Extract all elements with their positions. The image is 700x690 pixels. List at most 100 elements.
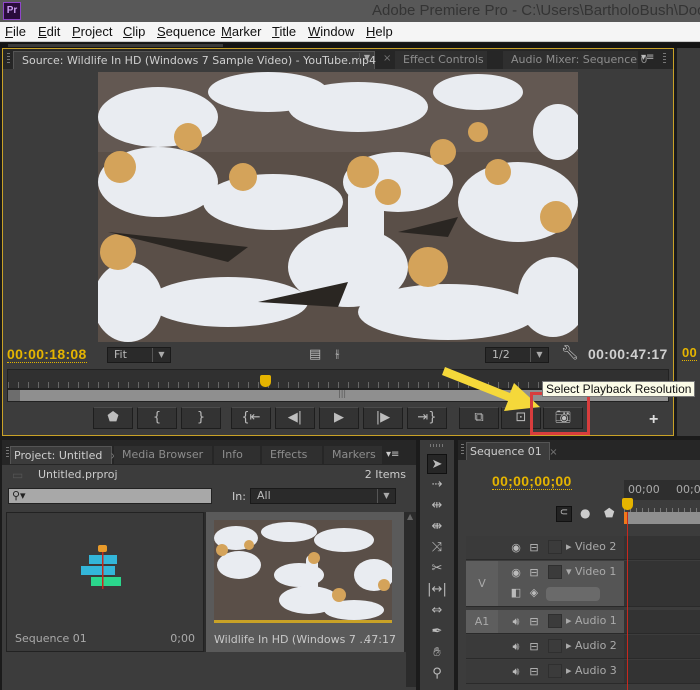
tab-sequence-01[interactable]: Sequence 01 ×	[466, 442, 558, 460]
workspace-scrollbar[interactable]	[8, 44, 223, 47]
panel-menu-icon[interactable]: ▾≡	[386, 449, 399, 460]
panel-grip-icon[interactable]	[7, 53, 10, 65]
menu-title[interactable]: Title	[272, 24, 296, 39]
track-name[interactable]: ▾ Video 1	[566, 565, 616, 578]
mark-out-button[interactable]: }	[181, 407, 221, 429]
track-name[interactable]: ▸ Audio 3	[566, 664, 617, 677]
mark-in-button[interactable]: {	[137, 407, 177, 429]
tab-project[interactable]: Project: Untitled ×	[10, 446, 118, 464]
search-input[interactable]: ⚲▾	[8, 488, 212, 504]
track-content-area[interactable]	[624, 660, 700, 684]
wrench-settings-icon[interactable]: 🔧︎	[561, 345, 579, 361]
speaker-icon[interactable]: 🔊︎	[508, 639, 524, 655]
lock-toggle[interactable]	[548, 664, 562, 678]
rate-stretch-tool[interactable]: ⤨	[427, 538, 447, 558]
track-content-area[interactable]	[624, 536, 700, 560]
track-content-area[interactable]	[624, 610, 700, 634]
work-area-bar[interactable]	[624, 512, 700, 524]
menu-marker[interactable]: Marker	[221, 24, 261, 39]
menu-edit[interactable]: Edit	[38, 24, 60, 39]
track-target[interactable]	[466, 536, 498, 559]
track-content-area[interactable]	[624, 635, 700, 659]
keyframe-icon[interactable]: ◈	[526, 585, 542, 601]
panel-grip-icon[interactable]	[663, 53, 666, 65]
add-marker-icon[interactable]: ⬟	[604, 506, 614, 520]
menu-window[interactable]: Window	[308, 24, 354, 39]
panel-grip-icon[interactable]	[461, 444, 464, 456]
go-to-in-button[interactable]: {⇤	[231, 407, 271, 429]
tab-audio-mixer[interactable]: Audio Mixer: Sequence 0	[503, 51, 648, 69]
in-filter-dropdown[interactable]: All ▼	[250, 488, 396, 504]
menu-project[interactable]: Project	[72, 24, 112, 39]
menu-clip[interactable]: Clip	[123, 24, 145, 39]
keyframe-navigator[interactable]	[546, 587, 600, 601]
track-target[interactable]	[466, 635, 498, 658]
close-icon[interactable]: ×	[383, 53, 391, 64]
track-video-2[interactable]: ◉ ⊟ ▸ Video 2	[466, 536, 624, 560]
menu-file[interactable]: File	[5, 24, 26, 39]
play-button[interactable]: ▶	[319, 407, 359, 429]
timeline-playhead[interactable]	[622, 498, 633, 510]
track-target[interactable]	[466, 660, 498, 683]
sync-lock-icon[interactable]: ⊟	[526, 639, 542, 655]
sync-lock-icon[interactable]: ⊟	[526, 565, 542, 581]
eye-icon[interactable]: ◉	[508, 565, 524, 581]
menu-help[interactable]: Help	[366, 24, 393, 39]
add-marker-button[interactable]: ⬟	[93, 407, 133, 429]
add-button-icon[interactable]: +	[649, 411, 658, 429]
panel-grip-icon[interactable]	[430, 444, 444, 447]
step-forward-button[interactable]: |▶	[363, 407, 403, 429]
sync-lock-icon[interactable]: ⊟	[526, 614, 542, 630]
timeline-timecode[interactable]: 00;00;00;00	[492, 473, 572, 490]
panel-menu-icon[interactable]: ▾≡	[641, 52, 654, 63]
selection-tool[interactable]: ➤	[427, 454, 447, 474]
source-current-timecode[interactable]: 00:00:18:08	[7, 346, 87, 363]
track-video-1[interactable]: V ◉ ⊟ ▾ Video 1 ◧ ◈	[466, 561, 624, 607]
timeline-ruler[interactable]: 00;00 00;0	[624, 480, 700, 500]
track-audio-2[interactable]: 🔊︎ ⊟ ▸ Audio 2	[466, 635, 624, 659]
speaker-icon[interactable]: 🔊︎	[508, 614, 524, 630]
tab-source[interactable]: Source: Wildlife In HD (Windows 7 Sample…	[13, 51, 376, 69]
project-vertical-scrollbar[interactable]: ▲	[406, 512, 416, 687]
speaker-icon[interactable]: 🔊︎	[508, 664, 524, 680]
step-back-button[interactable]: ◀|	[275, 407, 315, 429]
sync-lock-icon[interactable]: ⊟	[526, 540, 542, 556]
lock-toggle[interactable]	[548, 639, 562, 653]
razor-tool[interactable]: ✂	[427, 559, 447, 579]
pen-tool[interactable]: ✒	[427, 622, 447, 642]
close-icon[interactable]: ×	[549, 447, 557, 458]
track-target[interactable]: A1	[466, 610, 498, 633]
track-audio-1[interactable]: A1 🔊︎ ⊟ ▸ Audio 1	[466, 610, 624, 634]
linked-selection-icon[interactable]: ●	[580, 506, 590, 520]
tab-effects[interactable]: Effects	[262, 446, 322, 464]
rolling-edit-tool[interactable]: ⇼	[427, 517, 447, 537]
source-video-frame[interactable]	[98, 72, 578, 342]
display-style-icon[interactable]: ◧	[508, 585, 524, 601]
drag-audio-only-icon[interactable]: ⫳	[335, 347, 340, 361]
project-item-sequence[interactable]: Sequence 01 0;00	[6, 512, 204, 652]
hand-tool[interactable]: ✋︎	[427, 643, 447, 663]
tab-effect-controls[interactable]: Effect Controls	[395, 51, 487, 69]
slip-tool[interactable]: |↔|	[427, 580, 447, 600]
track-audio-3[interactable]: 🔊︎ ⊟ ▸ Audio 3	[466, 660, 624, 684]
lock-toggle[interactable]	[548, 540, 562, 554]
zoom-tool[interactable]: ⚲	[427, 664, 447, 684]
track-name[interactable]: ▸ Video 2	[566, 540, 616, 553]
eye-icon[interactable]: ◉	[508, 540, 524, 556]
zoom-level-dropdown[interactable]: Fit ▼	[107, 347, 171, 363]
snap-toggle-icon[interactable]: ⊂	[556, 506, 572, 522]
source-clip-dropdown-icon[interactable]: ▼	[358, 53, 370, 62]
track-name[interactable]: ▸ Audio 1	[566, 614, 617, 627]
scroll-up-icon[interactable]: ▲	[407, 512, 413, 521]
slide-tool[interactable]: ⇔	[427, 601, 447, 621]
track-target[interactable]: V	[466, 561, 498, 606]
lock-toggle[interactable]	[548, 565, 562, 579]
panel-grip-icon[interactable]	[6, 447, 9, 459]
source-playhead[interactable]	[260, 375, 272, 387]
project-item-video[interactable]: Wildlife In HD (Windows 7 ... 47:17	[206, 512, 404, 652]
tab-markers[interactable]: Markers	[324, 446, 382, 464]
track-content-area[interactable]	[624, 561, 700, 607]
menu-sequence[interactable]: Sequence	[157, 24, 216, 39]
tab-info[interactable]: Info	[214, 446, 260, 464]
ripple-edit-tool[interactable]: ⇹	[427, 496, 447, 516]
